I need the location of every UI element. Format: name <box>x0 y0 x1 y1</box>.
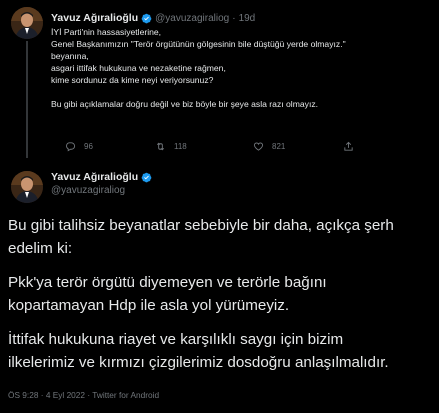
like-count: 821 <box>272 142 286 151</box>
retweet-button[interactable]: 118 <box>155 141 253 152</box>
tweet-text-line: ilkelerimiz ve kırmızı çizgilerimiz dosd… <box>8 353 389 371</box>
thread-connector-line <box>26 41 28 158</box>
share-icon <box>344 141 353 151</box>
tweet-text-line: Bu gibi talihsiz beyanatlar sebebiyle bi… <box>8 217 394 234</box>
tweet2-text: Bu gibi talihsiz beyanatlar sebebiyle bi… <box>8 215 436 386</box>
tweet-timestamp[interactable]: 19d <box>239 13 256 24</box>
share-button[interactable] <box>343 141 354 152</box>
tweet-text-line: kopartamayan Hdp ile asla yol yürümeyiz. <box>8 296 290 314</box>
reply-icon <box>66 142 76 152</box>
tweet-footer-metadata[interactable]: ÖS 9:28 · 4 Eyl 2022 · Twitter for Andro… <box>8 390 159 400</box>
tweet-text-line: Pkk'ya terör örgütü diyemeyen ve terörle… <box>8 274 327 291</box>
tweet2-header: Yavuz Ağıralioğlu @yavuzagiraliog <box>51 171 152 196</box>
tweet-text-line: asgari ittifak hukukuna ve nezaketine ra… <box>51 63 226 73</box>
tweet-text-line: edelim ki: <box>8 239 73 257</box>
tweet-text-line: İttifak hukukuna riayet ve karşılıklı sa… <box>8 331 344 348</box>
tweet1-action-bar: 96 118 821 <box>65 141 405 152</box>
author-handle[interactable]: @yavuzagiraliog <box>155 13 229 24</box>
retweet-icon <box>156 142 165 151</box>
tweet-text-line: beyanına, <box>51 51 89 61</box>
author-name[interactable]: Yavuz Ağıralioğlu <box>51 12 138 24</box>
tweet-text-line: Bu gibi açıklamalar doğru değil ve biz b… <box>51 99 319 109</box>
like-button[interactable]: 821 <box>253 141 343 152</box>
tweet1-text: İYİ Parti'nin hassasiyetlerine, Genel Ba… <box>51 26 431 110</box>
tweet-text-line: kime sordunuz da kime neyi veriyorsunuz? <box>51 75 214 85</box>
verified-badge-icon <box>141 172 152 182</box>
author-avatar[interactable] <box>11 7 43 39</box>
like-icon <box>253 142 264 151</box>
tweet-paragraph: İttifak hukukuna riayet ve karşılıklı sa… <box>8 329 436 374</box>
retweet-count: 118 <box>174 142 187 151</box>
tweet-paragraph: Bu gibi talihsiz beyanatlar sebebiyle bi… <box>8 215 436 260</box>
author-name[interactable]: Yavuz Ağıralioğlu <box>51 171 138 183</box>
tweet-text-line: İYİ Parti'nin hassasiyetlerine, <box>51 27 162 37</box>
verified-badge-icon <box>141 13 152 23</box>
tweet-text-line: Genel Başkanımızın "Terör örgütünün gölg… <box>51 39 346 49</box>
author-avatar[interactable] <box>11 171 43 203</box>
tweet-paragraph: Pkk'ya terör örgütü diyemeyen ve terörle… <box>8 272 436 317</box>
separator-dot: · <box>232 12 236 24</box>
author-handle[interactable]: @yavuzagiraliog <box>51 185 152 196</box>
tweet1-header: Yavuz Ağıralioğlu @yavuzagiraliog · 19d <box>51 12 255 24</box>
reply-count: 96 <box>84 142 93 151</box>
reply-button[interactable]: 96 <box>65 141 155 152</box>
